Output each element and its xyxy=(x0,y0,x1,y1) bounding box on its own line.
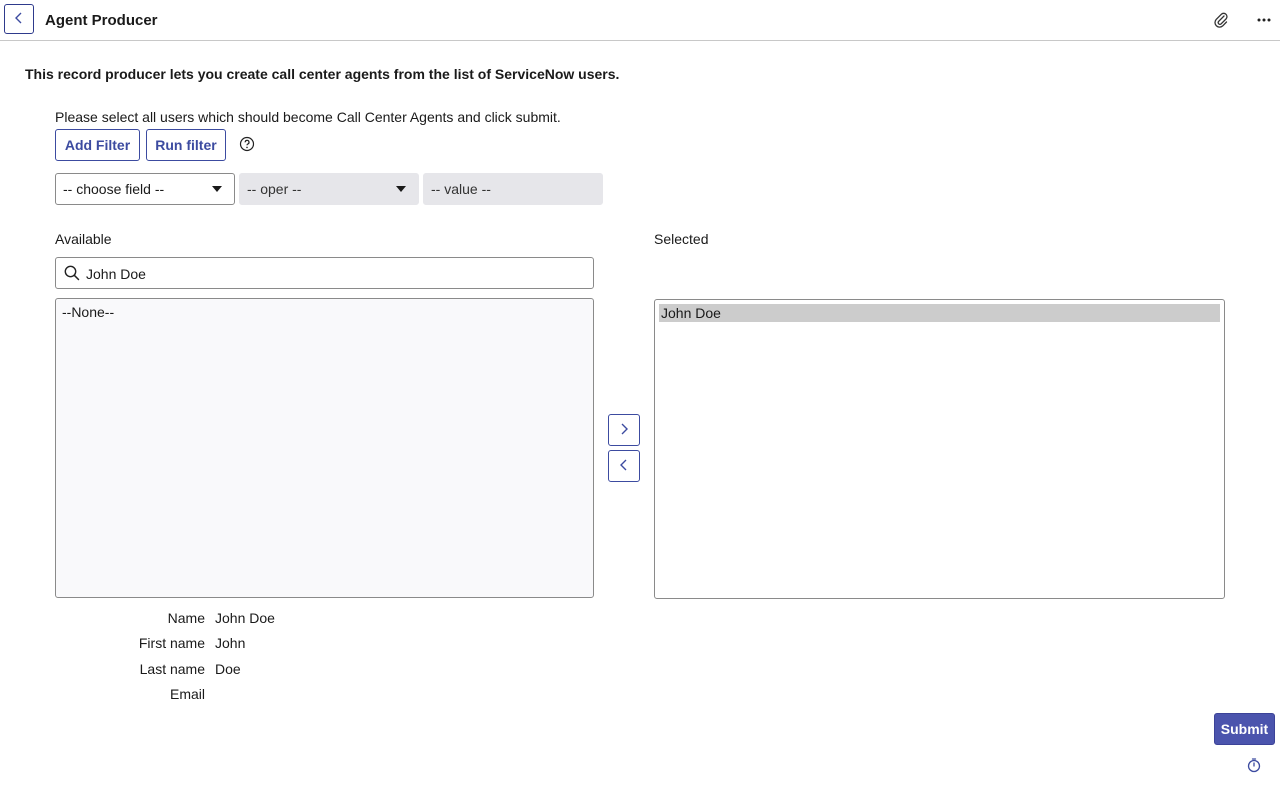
help-circle-icon[interactable] xyxy=(238,135,256,153)
paperclip-icon[interactable] xyxy=(1211,10,1231,30)
more-horizontal-icon[interactable] xyxy=(1254,10,1274,30)
submit-button[interactable]: Submit xyxy=(1214,713,1275,745)
available-label: Available xyxy=(55,231,112,247)
selected-list[interactable]: John Doe xyxy=(654,299,1225,599)
operator-select[interactable]: -- oper -- xyxy=(239,173,419,205)
list-item[interactable]: John Doe xyxy=(659,304,1220,322)
stopwatch-icon[interactable] xyxy=(1245,756,1263,774)
add-filter-button[interactable]: Add Filter xyxy=(55,129,140,161)
operator-select-value: -- oper -- xyxy=(247,181,302,197)
available-search-box xyxy=(55,257,594,289)
detail-label-last-name: Last name xyxy=(139,661,205,677)
field-select-value: -- choose field -- xyxy=(63,181,165,197)
chevron-left-icon xyxy=(13,11,25,28)
list-item[interactable]: --None-- xyxy=(62,304,114,320)
instructions-text: Please select all users which should bec… xyxy=(55,109,561,125)
field-select[interactable]: -- choose field -- xyxy=(55,173,235,205)
caret-down-icon xyxy=(212,186,222,192)
chevron-right-icon xyxy=(618,422,630,439)
header-bar: Agent Producer xyxy=(0,0,1280,41)
available-list[interactable]: --None-- xyxy=(55,298,594,598)
move-left-button[interactable] xyxy=(608,450,640,482)
search-icon xyxy=(63,264,81,282)
detail-value-last-name: Doe xyxy=(215,661,241,677)
value-field[interactable]: -- value -- xyxy=(423,173,603,205)
back-button[interactable] xyxy=(4,4,34,34)
chevron-left-icon xyxy=(618,458,630,475)
move-right-button[interactable] xyxy=(608,414,640,446)
caret-down-icon xyxy=(396,186,406,192)
detail-value-first-name: John xyxy=(215,635,246,651)
detail-label-email: Email xyxy=(169,686,205,702)
detail-label-first-name: First name xyxy=(138,635,205,651)
selected-label: Selected xyxy=(654,231,709,247)
detail-value-name: John Doe xyxy=(215,610,275,626)
intro-text: This record producer lets you create cal… xyxy=(25,66,620,82)
run-filter-button[interactable]: Run filter xyxy=(146,129,226,161)
detail-label-name: Name xyxy=(167,610,205,626)
page-title: Agent Producer xyxy=(45,12,158,29)
value-field-placeholder: -- value -- xyxy=(431,181,491,197)
available-search-input[interactable] xyxy=(84,262,588,286)
